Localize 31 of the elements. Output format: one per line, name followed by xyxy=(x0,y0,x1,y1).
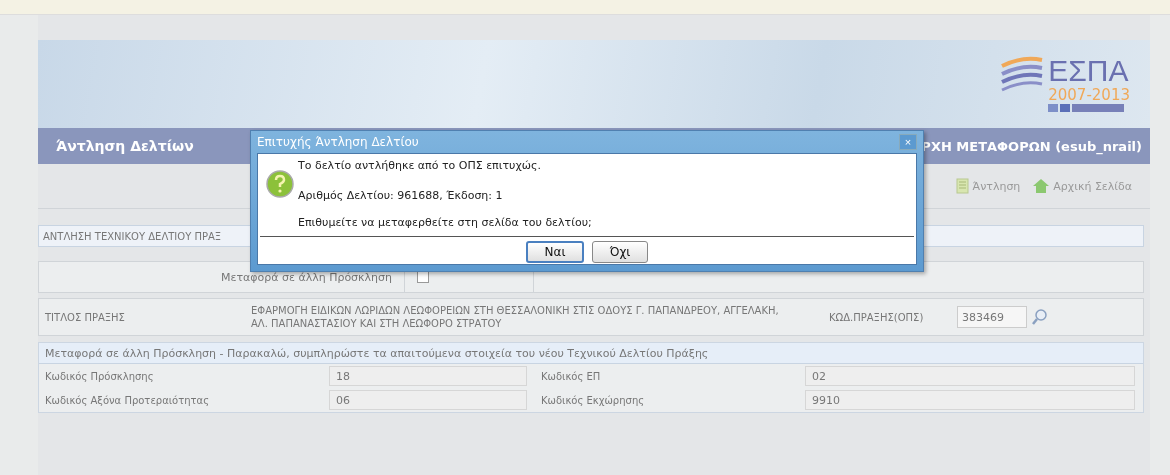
dialog-title: Επιτυχής Άντληση Δελτίου xyxy=(257,135,419,149)
flags-icon xyxy=(1048,104,1125,112)
toolbar-link[interactable]: Άντληση xyxy=(955,178,1021,194)
dialog-message: Αριθμός Δελτίου: 961688, Έκδοση: 1 xyxy=(298,188,504,204)
project-title: ΕΦΑΡΜΟΓΗ ΕΙΔΙΚΩΝ ΛΩΡΙΔΩΝ ΛΕΩΦΟΡΕΙΩΝ ΣΤΗ ΘΕΣΣΑΛΟΝΙΚΗ ΣΤΙΣ ΟΔΟΥΣ Γ. ΠΑΠΑΝΔΡΕΟΥ, ΑΓΓΕΛΑΚΗ, ΑΛ. ΠΑΠΑΝΑΣΤΑΣΙΟΥ ΚΑΙ ΣΤΗ ΛΕΩΦΟΡΟ ΣΤΡΑΤΟΥ xyxy=(250,304,780,330)
field-label: ΤΙΤΛΟΣ ΠΡΑΞΗΣ xyxy=(44,311,126,323)
dialog-button[interactable]: Όχι xyxy=(592,241,648,263)
page-title: Άντληση Δελτίων xyxy=(56,138,194,154)
field-label: Κωδικός Αξόνα Προτεραιότητας xyxy=(44,394,211,406)
value-field: 02 xyxy=(805,366,1135,386)
field-label: Κωδικός ΕΠ xyxy=(540,370,602,382)
field-label: Κωδικός Εκχώρησης xyxy=(540,394,646,406)
home-icon xyxy=(1032,178,1051,194)
document-icon xyxy=(955,178,970,194)
value-field: 9910 xyxy=(805,390,1135,410)
field-label: Μεταφορά σε άλλη Πρόσκληση xyxy=(219,270,393,284)
value-field: 06 xyxy=(329,390,527,410)
field-label: ΚΩΔ.ΠΡΑΞΗΣ(ΟΠΣ) xyxy=(828,311,925,323)
question-icon xyxy=(266,170,294,198)
logo-years: 2007-2013 xyxy=(1048,86,1130,104)
panel-title: Μεταφορά σε άλλη Πρόσκληση - Παρακαλώ, συμπληρώστε τα απαιτούμενα στοιχεία του νέου Τεχνικού Δελτίου Πράξης xyxy=(39,343,1143,364)
dialog-message: Το δελτίο αντλήθηκε από το ΟΠΣ επιτυχώς. xyxy=(298,158,542,174)
waves-icon xyxy=(1000,56,1045,92)
value-field: 18 xyxy=(329,366,527,386)
close-button[interactable]: × xyxy=(899,134,917,150)
logo-title: ΕΣΠΑ xyxy=(1048,56,1129,86)
search-icon[interactable] xyxy=(1031,308,1049,326)
code-field[interactable]: 383469 xyxy=(957,306,1027,328)
field-label: Κωδικός Πρόσκλησης xyxy=(44,370,155,382)
toolbar-link[interactable]: Αρχική Σελίδα xyxy=(1032,178,1132,194)
dialog-button[interactable]: Ναι xyxy=(526,241,584,263)
